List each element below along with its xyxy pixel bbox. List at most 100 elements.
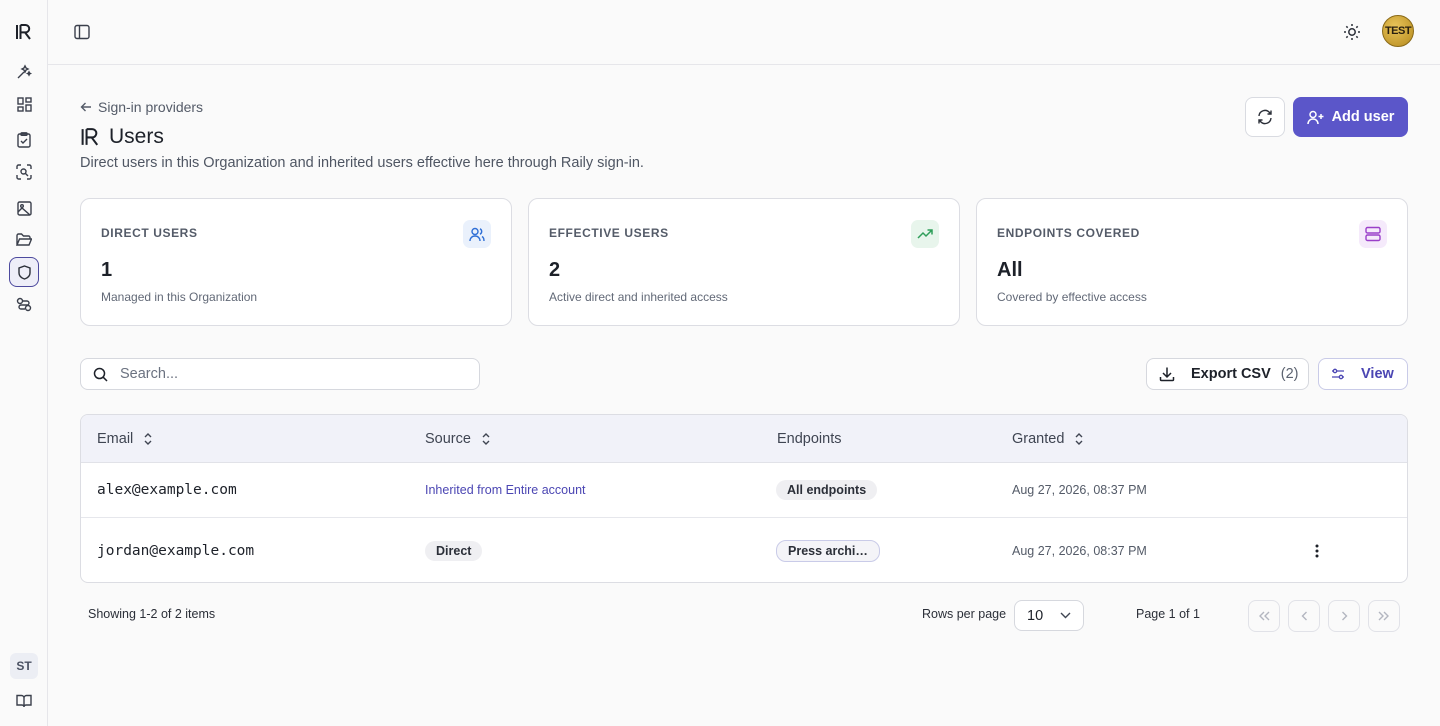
column-label: Email xyxy=(97,431,134,447)
refresh-icon xyxy=(1258,109,1272,125)
sort-icon xyxy=(144,433,152,445)
image-icon xyxy=(16,200,32,216)
trending-up-icon xyxy=(911,220,939,248)
column-header-email[interactable]: Email xyxy=(97,415,153,463)
account-avatar[interactable]: TEST xyxy=(1382,15,1414,47)
first-page-button[interactable] xyxy=(1248,600,1280,632)
items-count: Showing 1-2 of 2 items xyxy=(88,607,216,621)
user-initials-avatar[interactable]: ST xyxy=(10,653,38,679)
sidebar: ST xyxy=(0,0,48,726)
stat-label: EFFECTIVE USERS xyxy=(549,226,669,240)
stat-card-direct-users: DIRECT USERS 1 Managed in this Organizat… xyxy=(80,198,512,326)
brand-logo-icon xyxy=(81,128,99,146)
shield-icon xyxy=(17,264,31,280)
stat-description: Covered by effective access xyxy=(997,290,1147,304)
download-icon xyxy=(1159,367,1175,382)
stat-card-endpoints-covered: ENDPOINTS COVERED All Covered by effecti… xyxy=(976,198,1408,326)
add-user-label: Add user xyxy=(1331,109,1395,125)
back-link-label: Sign-in providers xyxy=(98,99,204,115)
users-icon xyxy=(463,220,491,248)
sidebar-toggle-icon[interactable] xyxy=(74,24,90,40)
scan-face-icon xyxy=(16,164,32,180)
stat-label: DIRECT USERS xyxy=(101,226,198,240)
sparkles-icon xyxy=(17,64,32,79)
search-icon xyxy=(93,367,108,382)
endpoints-badge[interactable]: Press archi… xyxy=(776,540,880,562)
last-page-button[interactable] xyxy=(1368,600,1400,632)
docs-book-icon[interactable] xyxy=(16,694,32,708)
sidebar-item-security[interactable] xyxy=(9,257,39,287)
arrow-left-icon xyxy=(80,102,91,112)
page-info: Page 1 of 1 xyxy=(1136,607,1200,621)
stat-value: 2 xyxy=(549,259,561,281)
export-count: (2) xyxy=(1280,366,1299,382)
row-actions-menu[interactable] xyxy=(1315,519,1319,582)
refresh-button[interactable] xyxy=(1245,97,1285,137)
column-header-source[interactable]: Source xyxy=(425,415,491,463)
add-user-button[interactable]: Add user xyxy=(1293,97,1408,137)
rows-per-page-select[interactable]: 10 xyxy=(1014,600,1084,631)
sidebar-item-tasks[interactable] xyxy=(9,125,39,155)
user-plus-icon xyxy=(1306,110,1324,124)
more-vertical-icon xyxy=(1315,544,1319,558)
table-row[interactable]: jordan@example.com Direct Press archi… A… xyxy=(81,519,1407,582)
source-link[interactable]: Inherited from Entire account xyxy=(425,483,586,497)
chevron-down-icon xyxy=(1060,612,1071,619)
users-table: Email Source Endpoints Granted alex@exam… xyxy=(80,414,1408,583)
sidebar-item-images[interactable] xyxy=(9,193,39,223)
page-title: Users xyxy=(109,125,164,148)
sun-icon[interactable] xyxy=(1343,23,1361,41)
column-label: Endpoints xyxy=(777,431,842,447)
endpoints-badge: All endpoints xyxy=(776,480,878,500)
chevrons-right-icon xyxy=(1378,611,1389,621)
column-header-granted[interactable]: Granted xyxy=(1012,415,1084,463)
chevron-right-icon xyxy=(1341,611,1347,621)
top-bar: TEST xyxy=(48,0,1440,65)
dashboard-grid-icon xyxy=(16,96,32,112)
stat-description: Active direct and inherited access xyxy=(549,290,728,304)
user-email: jordan@example.com xyxy=(97,543,255,559)
user-email: alex@example.com xyxy=(97,482,237,498)
sidebar-item-partners[interactable] xyxy=(9,289,39,319)
column-label: Source xyxy=(425,431,471,447)
sidebar-item-dashboard[interactable] xyxy=(9,89,39,119)
view-options-label: View xyxy=(1361,366,1394,382)
column-header-endpoints: Endpoints xyxy=(777,415,842,463)
sort-icon xyxy=(482,433,490,445)
stat-description: Managed in this Organization xyxy=(101,290,258,304)
page-title-row: Users xyxy=(80,125,164,149)
granted-date: Aug 27, 2026, 08:37 PM xyxy=(1012,483,1147,497)
sidebar-item-sparkles[interactable] xyxy=(9,57,39,87)
search-input[interactable] xyxy=(120,366,460,382)
server-icon xyxy=(1359,220,1387,248)
app-logo[interactable] xyxy=(15,24,33,40)
search-box xyxy=(80,358,480,390)
stat-label: ENDPOINTS COVERED xyxy=(997,226,1140,240)
rows-per-page-value: 10 xyxy=(1027,607,1044,624)
source-badge: Direct xyxy=(425,541,483,561)
table-row[interactable]: alex@example.com Inherited from Entire a… xyxy=(81,463,1407,518)
rows-per-page-label: Rows per page xyxy=(922,607,1007,621)
page-subtitle: Direct users in this Organization and in… xyxy=(80,155,644,171)
table-header: Email Source Endpoints Granted xyxy=(81,415,1407,463)
stat-value: All xyxy=(997,259,1023,281)
sidebar-item-files[interactable] xyxy=(9,225,39,255)
sidebar-item-scan[interactable] xyxy=(9,157,39,187)
column-label: Granted xyxy=(1012,431,1065,447)
chevron-left-icon xyxy=(1301,611,1307,621)
next-page-button[interactable] xyxy=(1328,600,1360,632)
chevrons-left-icon xyxy=(1259,611,1270,621)
back-link[interactable]: Sign-in providers xyxy=(80,99,203,115)
stat-card-effective-users: EFFECTIVE USERS 2 Active direct and inhe… xyxy=(528,198,960,326)
stat-value: 1 xyxy=(101,259,113,281)
previous-page-button[interactable] xyxy=(1288,600,1320,632)
handshake-icon xyxy=(16,297,32,311)
export-csv-label: Export CSV xyxy=(1191,366,1271,382)
clipboard-check-icon xyxy=(17,132,31,148)
view-options-button[interactable]: View xyxy=(1318,358,1408,390)
sort-icon xyxy=(1075,433,1083,445)
sliders-icon xyxy=(1332,368,1344,380)
granted-date: Aug 27, 2026, 08:37 PM xyxy=(1012,544,1147,558)
folder-open-icon xyxy=(16,233,32,246)
export-csv-button[interactable]: Export CSV (2) xyxy=(1146,358,1309,390)
